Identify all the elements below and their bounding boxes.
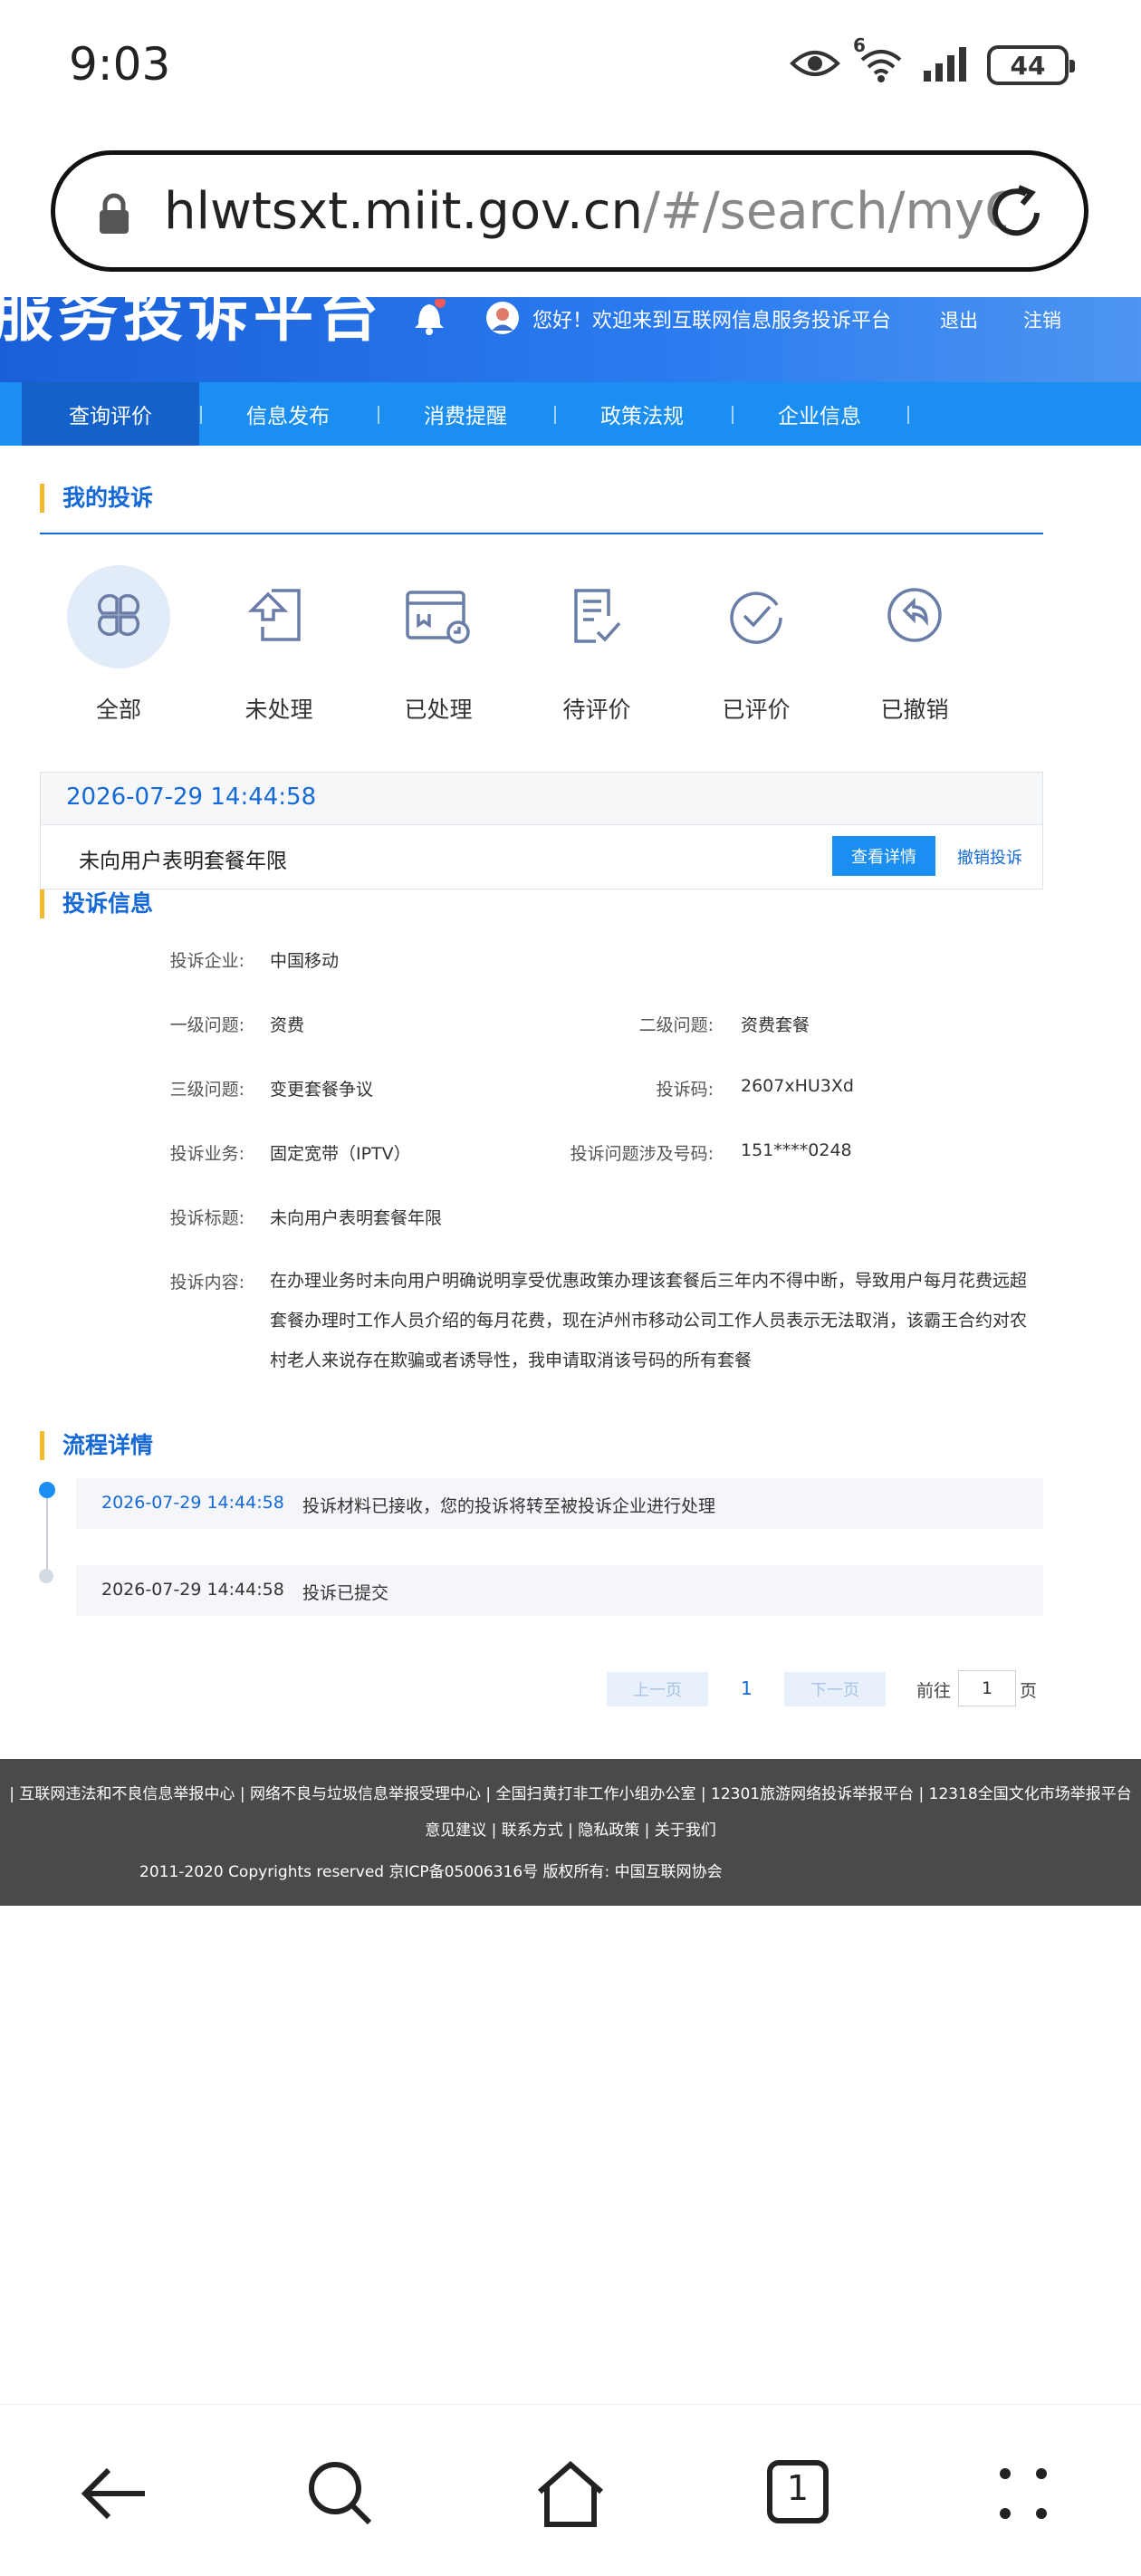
nav-info-release[interactable]: 信息发布	[199, 382, 377, 446]
flow-step-text: 投诉材料已接收，您的投诉将转至被投诉企业进行处理	[302, 1496, 716, 1516]
signal-icon	[922, 45, 971, 85]
nav-consumer-alert[interactable]: 消费提醒	[377, 382, 554, 446]
check-circle-icon	[724, 583, 788, 650]
flow-timeline	[46, 1496, 48, 1574]
category-label: 全部	[95, 697, 141, 723]
company-label: 投诉企业:	[169, 951, 244, 971]
level3-label: 三级问题:	[169, 1080, 244, 1100]
nav-company-info[interactable]: 企业信息	[731, 382, 908, 446]
business-label: 投诉业务:	[169, 1144, 244, 1164]
business-value: 固定宽带（IPTV）	[270, 1144, 411, 1164]
search-icon[interactable]	[306, 2459, 375, 2532]
clipboard-check-icon	[565, 583, 628, 650]
back-icon[interactable]	[80, 2459, 149, 2532]
category-revoked[interactable]: 已撤销	[860, 565, 969, 725]
url-bar[interactable]: hlwtsxt.miit.gov.cn/#/search/myCon	[51, 150, 1088, 272]
welcome-text: 您好！欢迎来到互联网信息服务投诉平台	[532, 310, 892, 332]
flow-heading: 流程详情	[40, 1431, 153, 1460]
subject-value: 未向用户表明套餐年限	[270, 1208, 443, 1228]
category-label: 已评价	[722, 697, 791, 723]
category-processed[interactable]: 已处理	[384, 565, 493, 725]
wifi-icon: 6	[853, 34, 906, 87]
nav-policy-law[interactable]: 政策法规	[553, 382, 731, 446]
undo-circle-icon	[883, 583, 946, 650]
category-label: 已撤销	[880, 697, 949, 723]
reload-icon[interactable]	[984, 180, 1048, 247]
category-unprocessed[interactable]: 未处理	[225, 565, 333, 725]
flow-step-text: 投诉已提交	[302, 1583, 389, 1603]
flow-step: 2026-07-29 14:44:58 投诉已提交	[76, 1565, 1043, 1616]
flow-step-date: 2026-07-29 14:44:58	[101, 1493, 284, 1513]
site-title: 服务投诉平台	[0, 297, 384, 350]
complaint-date: 2026-07-29 14:44:58	[66, 783, 317, 811]
grid-icon	[87, 583, 150, 650]
lock-icon[interactable]	[97, 193, 131, 238]
tab-count: 1	[786, 2468, 810, 2508]
home-icon[interactable]	[536, 2459, 605, 2532]
code-value: 2607xHU3Xd	[741, 1076, 854, 1096]
level1-label: 一级问题:	[169, 1015, 244, 1035]
footer-links[interactable]: | 互联网违法和不良信息举报中心 | 网络不良与垃圾信息举报受理中心 | 全国扫…	[0, 1781, 1141, 1803]
level3-value: 变更套餐争议	[270, 1080, 374, 1100]
cancel-account-link[interactable]: 注销	[1023, 306, 1061, 333]
processed-card-icon	[402, 583, 475, 650]
complaint-info-heading: 投诉信息	[40, 889, 153, 918]
footer-links-secondary[interactable]: 意见建议 | 联系方式 | 隐私政策 | 关于我们	[0, 1817, 1141, 1840]
network-type: 6	[853, 34, 866, 56]
prev-page-button[interactable]: 上一页	[607, 1672, 708, 1706]
content-value: 在办理业务时未向用户明确说明享受优惠政策办理该套餐后三年内不得中断，导致用户每月…	[270, 1271, 1028, 1370]
level2-value: 资费套餐	[741, 1015, 810, 1035]
my-complaints-heading: 我的投诉	[40, 484, 153, 513]
view-detail-button[interactable]: 查看详情	[832, 836, 935, 876]
battery-icon: 44	[987, 45, 1075, 85]
current-page[interactable]: 1	[741, 1677, 753, 1699]
page-unit-label: 页	[1020, 1681, 1038, 1701]
category-all[interactable]: 全部	[64, 565, 173, 725]
heading-rule	[40, 533, 1043, 534]
code-label: 投诉码:	[656, 1080, 714, 1100]
user-avatar[interactable]	[485, 301, 520, 339]
company-value: 中国移动	[270, 951, 340, 971]
eye-icon	[790, 47, 840, 83]
page-jump-input[interactable]: 1	[958, 1670, 1016, 1706]
category-reviewed[interactable]: 已评价	[702, 565, 810, 725]
complaint-card: 2026-07-29 14:44:58 未向用户表明套餐年限 查看详情 撤销投诉	[40, 772, 1043, 889]
site-header: 服务投诉平台 您好！欢迎来到互联网信息服务投诉平台 退出 注销	[0, 297, 1141, 382]
flow-step-date: 2026-07-29 14:44:58	[101, 1580, 284, 1600]
footer-copyright: 2011-2020 Copyrights reserved 京ICP备05006…	[139, 1863, 723, 1881]
bell-icon[interactable]	[413, 297, 446, 339]
complaint-title: 未向用户表明套餐年限	[79, 850, 287, 873]
level1-value: 资费	[270, 1015, 305, 1035]
number-label: 投诉问题涉及号码:	[570, 1144, 714, 1164]
goto-label: 前往	[916, 1681, 952, 1701]
browser-bottom-bar: 1	[0, 2404, 1141, 2576]
category-label: 已处理	[404, 697, 473, 723]
next-page-button[interactable]: 下一页	[784, 1672, 886, 1706]
category-label: 未处理	[244, 697, 313, 723]
logout-link[interactable]: 退出	[940, 306, 978, 333]
level2-label: 二级问题:	[638, 1015, 714, 1035]
nav-query-review[interactable]: 查询评价	[22, 382, 199, 446]
timeline-dot	[39, 1569, 53, 1583]
url-host: hlwtsxt.miit.gov.cn	[164, 182, 643, 241]
category-label: 待评价	[562, 697, 631, 723]
flow-step: 2026-07-29 14:44:58 投诉材料已接收，您的投诉将转至被投诉企业…	[76, 1478, 1043, 1529]
revoke-complaint-link[interactable]: 撤销投诉	[957, 845, 1022, 869]
url-text[interactable]: hlwtsxt.miit.gov.cn/#/search/myCon	[164, 182, 1006, 241]
timeline-dot-active	[39, 1482, 55, 1498]
tabs-icon[interactable]: 1	[766, 2459, 829, 2528]
main-nav: 查询评价 信息发布 消费提醒 政策法规 企业信息	[0, 382, 1141, 446]
number-value: 151****0248	[741, 1140, 852, 1160]
menu-dots-icon[interactable]	[996, 2465, 1050, 2526]
status-time: 9:03	[69, 38, 171, 91]
status-icons: 6 44	[790, 34, 1075, 87]
content-label: 投诉内容:	[169, 1273, 244, 1293]
category-pending-review[interactable]: 待评价	[542, 565, 651, 725]
upload-doc-icon	[244, 583, 313, 650]
url-path: /#/search/myCon	[643, 182, 1006, 241]
subject-label: 投诉标题:	[169, 1208, 244, 1228]
site-footer: | 互联网违法和不良信息举报中心 | 网络不良与垃圾信息举报受理中心 | 全国扫…	[0, 1759, 1141, 1906]
